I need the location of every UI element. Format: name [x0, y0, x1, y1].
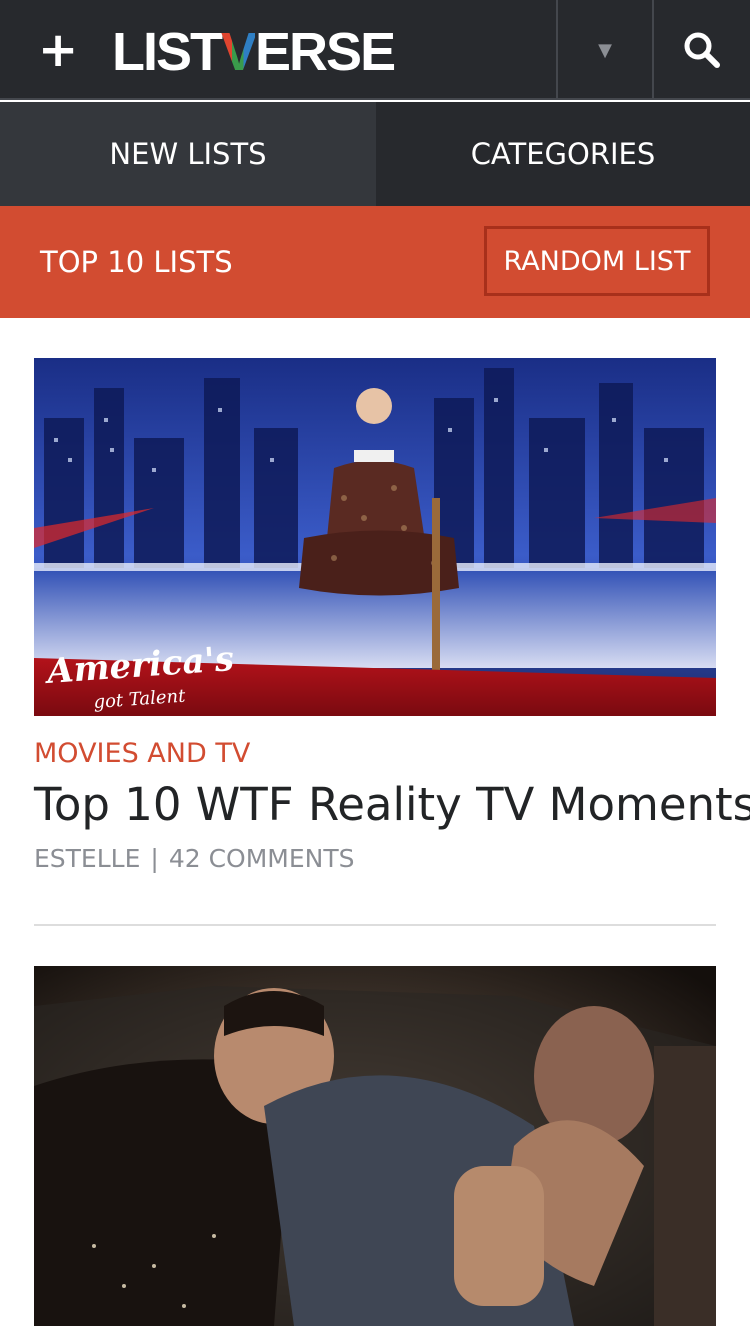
- article-category-link[interactable]: MOVIES AND TV: [34, 736, 250, 772]
- section-title: TOP 10 LISTS: [40, 245, 233, 279]
- article-meta: ESTELLE | 42 COMMENTS: [34, 842, 355, 876]
- search-button[interactable]: [654, 0, 750, 100]
- search-icon: [684, 32, 720, 68]
- tab-new-lists[interactable]: NEW LISTS: [0, 102, 376, 206]
- article-comments-link[interactable]: 42 COMMENTS: [169, 844, 355, 873]
- chevron-down-icon: ▼: [598, 39, 612, 61]
- plus-icon[interactable]: +: [38, 24, 78, 76]
- tab-categories[interactable]: CATEGORIES: [376, 102, 750, 206]
- article-divider: [34, 924, 716, 926]
- logo-text-suffix: ERSE: [255, 22, 396, 82]
- logo-text-v: V: [221, 22, 257, 82]
- dropdown-button[interactable]: ▼: [558, 0, 652, 100]
- tab-label: CATEGORIES: [470, 137, 656, 171]
- article-image: America's got Talent: [34, 358, 716, 716]
- random-list-button[interactable]: RANDOM LIST: [484, 226, 710, 296]
- tab-label: NEW LISTS: [109, 137, 267, 171]
- nav-tabs: NEW LISTS CATEGORIES: [0, 102, 750, 206]
- random-list-label: RANDOM LIST: [503, 245, 691, 277]
- article-thumbnail[interactable]: America's got Talent: [34, 358, 716, 716]
- article-image: [34, 966, 716, 1326]
- logo-text-prefix: LIST: [112, 22, 223, 82]
- top-header: + LISTVERSE ▼: [0, 0, 750, 100]
- article-author[interactable]: ESTELLE: [34, 844, 140, 873]
- site-logo[interactable]: LISTVERSE: [112, 22, 396, 82]
- article-title-link[interactable]: Top 10 WTF Reality TV Moments: [34, 776, 750, 834]
- article-thumbnail[interactable]: [34, 966, 716, 1326]
- meta-separator: |: [150, 844, 159, 873]
